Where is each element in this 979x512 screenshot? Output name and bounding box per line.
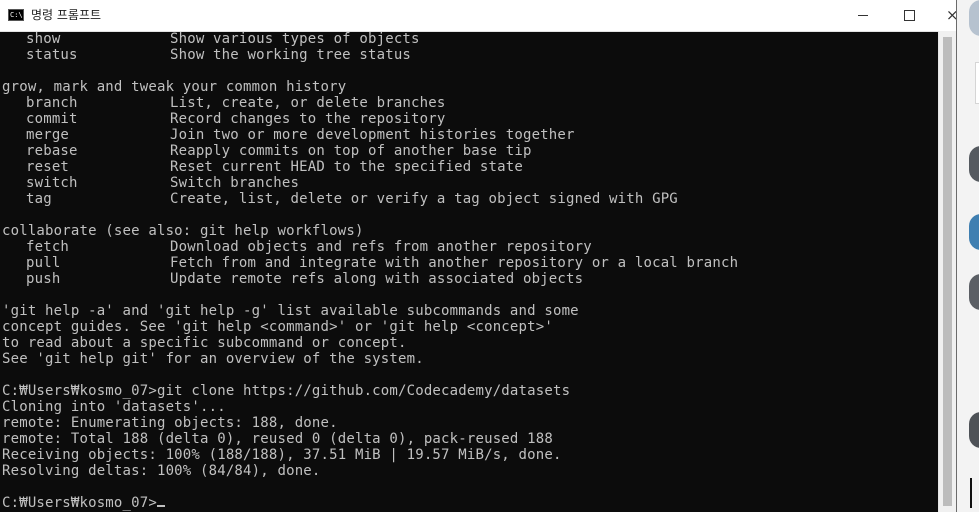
cmd-app-icon[interactable]: C:\	[8, 9, 24, 21]
command-name: merge	[26, 127, 70, 143]
text-cursor	[156, 505, 165, 507]
desktop-divider	[970, 478, 972, 508]
title-bar[interactable]: C:\ 명령 프롬프트 ×	[0, 0, 956, 32]
console-text: See 'git help git' for an overview of th…	[2, 351, 424, 367]
console-line: Resolving deltas: 100% (84/84), done.	[2, 463, 938, 479]
console-output[interactable]: show Show various types of objects status S…	[2, 31, 938, 512]
console-line: Receiving objects: 100% (188/188), 37.51…	[2, 447, 938, 463]
console-line: grow, mark and tweak your common history	[2, 79, 938, 95]
help-command-row: merge Join two or more development histor…	[2, 127, 938, 143]
command-description: Update remote refs along with associated…	[170, 271, 584, 287]
command-description: Reapply commits on top of another base t…	[170, 143, 532, 159]
command-name: rebase	[26, 143, 78, 159]
console-line: See 'git help git' for an overview of th…	[2, 351, 938, 367]
command-prompt-window: C:\ 명령 프롬프트 × show Show various types of …	[0, 0, 957, 512]
desktop-icon[interactable]	[969, 214, 979, 250]
console-text: remote: Enumerating objects: 188, done.	[2, 415, 338, 431]
console-line: C:₩Users₩kosmo_07>git clone https://gith…	[2, 383, 938, 399]
command-name: tag	[26, 191, 52, 207]
desktop-icon[interactable]	[969, 146, 979, 182]
command-description: Download objects and refs from another r…	[170, 239, 592, 255]
command-description: Show various types of objects	[170, 31, 420, 47]
help-command-row: pull Fetch from and integrate with anothe…	[2, 255, 938, 271]
command-name: status	[26, 47, 78, 63]
console-text: concept guides. See 'git help <command>'…	[2, 319, 553, 335]
prompt-text: C:₩Users₩kosmo_07>	[2, 495, 157, 511]
prompt-line: C:₩Users₩kosmo_07>	[2, 495, 938, 511]
command-description: Record changes to the repository	[170, 111, 446, 127]
console-text: grow, mark and tweak your common history	[2, 79, 347, 95]
console-line: remote: Enumerating objects: 188, done.	[2, 415, 938, 431]
desktop-icon[interactable]	[969, 412, 979, 448]
window-title: 명령 프롬프트	[31, 8, 102, 22]
maximize-button[interactable]	[886, 0, 932, 31]
command-description: Fetch from and integrate with another re…	[170, 255, 739, 271]
help-command-row: tag Create, list, delete or verify a tag …	[2, 191, 938, 207]
command-name: reset	[26, 159, 70, 175]
help-command-row: branch List, create, or delete branches	[2, 95, 938, 111]
desktop-icon[interactable]	[969, 274, 979, 310]
console-text: C:₩Users₩kosmo_07>git clone https://gith…	[2, 383, 571, 399]
console-line: concept guides. See 'git help <command>'…	[2, 319, 938, 335]
minimize-button[interactable]	[840, 0, 886, 31]
help-command-row: commit Record changes to the repository	[2, 111, 938, 127]
command-name: branch	[26, 95, 78, 111]
command-name: commit	[26, 111, 78, 127]
minimize-icon	[858, 15, 868, 16]
console-text: remote: Total 188 (delta 0), reused 0 (d…	[2, 431, 553, 447]
command-name: push	[26, 271, 61, 287]
desktop-icon[interactable]	[975, 62, 979, 104]
command-description: Show the working tree status	[170, 47, 412, 63]
desktop-background	[957, 0, 979, 512]
command-name: pull	[26, 255, 61, 271]
vertical-scrollbar[interactable]	[938, 31, 956, 512]
close-icon: ×	[946, 6, 956, 24]
console-text: Receiving objects: 100% (188/188), 37.51…	[2, 447, 562, 463]
help-command-row: rebase Reapply commits on top of another …	[2, 143, 938, 159]
console-line: Cloning into 'datasets'...	[2, 399, 938, 415]
console-line: to read about a specific subcommand or c…	[2, 335, 938, 351]
console-line: remote: Total 188 (delta 0), reused 0 (d…	[2, 431, 938, 447]
command-description: Create, list, delete or verify a tag obj…	[170, 191, 678, 207]
maximize-icon	[903, 10, 915, 21]
scrollbar-thumb[interactable]	[943, 37, 952, 506]
help-command-row: push Update remote refs along with associ…	[2, 271, 938, 287]
console-text: Resolving deltas: 100% (84/84), done.	[2, 463, 321, 479]
console-text: 'git help -a' and 'git help -g' list ava…	[2, 303, 579, 319]
help-command-row: fetch Download objects and refs from anot…	[2, 239, 938, 255]
help-command-row: show Show various types of objects	[2, 31, 938, 47]
command-name: show	[26, 31, 61, 47]
console-line: 'git help -a' and 'git help -g' list ava…	[2, 303, 938, 319]
command-description: Join two or more development histories t…	[170, 127, 575, 143]
command-name: switch	[26, 175, 78, 191]
command-description: Switch branches	[170, 175, 300, 191]
help-command-row: status Show the working tree status	[2, 47, 938, 63]
command-description: List, create, or delete branches	[170, 95, 446, 111]
console-text: collaborate (see also: git help workflow…	[2, 223, 364, 239]
help-command-row: reset Reset current HEAD to the specified…	[2, 159, 938, 175]
close-button[interactable]: ×	[932, 0, 956, 31]
console-text: Cloning into 'datasets'...	[2, 399, 226, 415]
command-description: Reset current HEAD to the specified stat…	[170, 159, 523, 175]
help-command-row: switch Switch branches	[2, 175, 938, 191]
desktop-icon[interactable]	[969, 0, 979, 36]
command-name: fetch	[26, 239, 70, 255]
console-line: collaborate (see also: git help workflow…	[2, 223, 938, 239]
console-text: to read about a specific subcommand or c…	[2, 335, 407, 351]
